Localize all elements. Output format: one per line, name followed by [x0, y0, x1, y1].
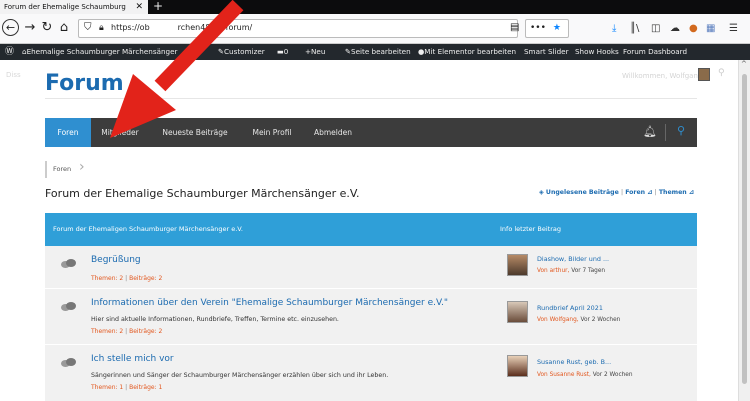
- library-icon[interactable]: ║\: [630, 23, 639, 34]
- divider: [665, 124, 666, 141]
- forum-title-link[interactable]: Ich stelle mich vor: [91, 354, 174, 364]
- last-post-meta: Von Wolfgang, Vor 2 Wochen: [537, 317, 621, 323]
- browser-tab-strip: Forum der Ehemalige Schaumburg ✕ +: [0, 0, 750, 14]
- forum-stats: Themen: 2 | Beiträge: 2: [91, 328, 163, 335]
- browser-toolbar: ← → ↻ ⌂ ⛉ 🔒︎ https://ob rchen48.de/forum/…: [0, 14, 750, 44]
- breadcrumb: Foren ›: [45, 159, 85, 178]
- forum-stats: Themen: 2 | Beiträge: 2: [91, 275, 163, 282]
- tab-close-icon[interactable]: ✕: [135, 0, 143, 14]
- page-content: Diss Willkommen, Wolfgang ⚲ Forum Foren …: [0, 60, 738, 401]
- shield-icon[interactable]: ⛉: [84, 22, 92, 33]
- nav-abmelden[interactable]: Abmelden: [307, 118, 359, 147]
- tab-title: Forum der Ehemalige Schaumburg: [4, 3, 126, 11]
- reload-icon[interactable]: ↻: [39, 18, 55, 38]
- header-forum-name[interactable]: Forum der Ehemaligen Schaumburger Märche…: [53, 225, 243, 233]
- admin-show-hooks[interactable]: Show Hooks: [575, 44, 619, 60]
- admin-edit-page[interactable]: ✎ Seite bearbeiten: [345, 44, 411, 60]
- nav-mitglieder[interactable]: Mitglieder: [91, 118, 149, 147]
- forum-row: Ich stelle mich vor Sängerinnen und Säng…: [45, 345, 697, 401]
- forum-title-link[interactable]: Informationen über den Verein "Ehemalige…: [91, 298, 448, 308]
- extension-icon[interactable]: ●: [689, 23, 698, 34]
- forum-stats: Themen: 1 | Beiträge: 1: [91, 384, 163, 391]
- breadcrumb-foren[interactable]: Foren: [53, 165, 71, 173]
- chat-bubbles-icon: [61, 358, 76, 369]
- ghost-text: Diss: [6, 71, 21, 79]
- page-scrollbar[interactable]: ^: [738, 60, 750, 401]
- admin-site-name[interactable]: ⌂ Ehemalige Schaumburger Märchensänger: [22, 44, 177, 60]
- reader-icon[interactable]: ▤: [510, 22, 519, 33]
- chat-bubbles-icon: [61, 302, 76, 313]
- forum-table-header: Forum der Ehemaligen Schaumburger Märche…: [45, 213, 697, 246]
- wp-admin-bar: Ⓦ ⌂ Ehemalige Schaumburger Märchensänger…: [0, 44, 750, 60]
- search-icon[interactable]: ⚲: [677, 124, 685, 137]
- avatar[interactable]: [507, 301, 528, 323]
- new-tab-button[interactable]: +: [153, 0, 163, 13]
- admin-elementor[interactable]: ● Mit Elementor bearbeiten: [418, 44, 516, 60]
- forum-nav: Foren Mitglieder Neueste Beiträge Mein P…: [45, 118, 697, 147]
- admin-comments[interactable]: ▬ 0: [277, 44, 288, 60]
- forum-title-link[interactable]: Begrüßung: [91, 255, 141, 265]
- sidebar-icon[interactable]: ◫: [651, 23, 660, 34]
- nav-mein-profil[interactable]: Mein Profil: [244, 118, 300, 147]
- topics-rss-link[interactable]: Themen ⊿: [659, 189, 694, 196]
- admin-forum-dashboard[interactable]: Forum Dashboard: [623, 44, 687, 60]
- download-icon[interactable]: ⤓: [612, 23, 616, 34]
- admin-customizer[interactable]: ✎ Customizer: [218, 44, 265, 60]
- browser-tab[interactable]: Forum der Ehemalige Schaumburg ✕: [0, 0, 148, 14]
- forum-description: Sängerinnen und Sänger der Schaumburger …: [91, 372, 389, 379]
- search-icon[interactable]: ⚲: [718, 68, 725, 78]
- extension-icon[interactable]: ☁: [670, 23, 680, 34]
- rss-icon: ⊿: [688, 189, 695, 196]
- star-icon[interactable]: ★: [553, 23, 561, 33]
- chevron-right-icon: ›: [79, 159, 85, 175]
- link-separator: |: [654, 189, 657, 196]
- chat-bubbles-icon: [61, 259, 76, 270]
- welcome-text[interactable]: Willkommen, Wolfgang: [622, 72, 702, 80]
- nav-foren[interactable]: Foren: [45, 118, 91, 147]
- forward-icon[interactable]: →: [22, 18, 38, 38]
- admin-new[interactable]: + Neu: [305, 44, 325, 60]
- forum-row: Begrüßung Themen: 2 | Beiträge: 2 Diasho…: [45, 246, 697, 289]
- nav-neueste-beitraege[interactable]: Neueste Beiträge: [157, 118, 233, 147]
- back-icon[interactable]: ←: [2, 19, 19, 36]
- home-icon[interactable]: ⌂: [56, 18, 72, 38]
- forums-rss-link[interactable]: Foren ⊿: [625, 189, 652, 196]
- menu-dots[interactable]: •••: [530, 23, 546, 33]
- forum-row: Informationen über den Verein "Ehemalige…: [45, 289, 697, 345]
- last-post-title[interactable]: Susanne Rust, geb. B...: [537, 358, 611, 366]
- link-separator: |: [620, 189, 624, 196]
- last-post-title[interactable]: Diashow, Bilder und ...: [537, 255, 609, 263]
- avatar[interactable]: [507, 355, 528, 377]
- last-post-meta: Von arthur, Vor 7 Tagen: [537, 268, 606, 274]
- scrollbar-thumb[interactable]: [742, 74, 747, 384]
- avatar[interactable]: [507, 254, 528, 276]
- page-title: Forum: [45, 71, 124, 96]
- bell-icon[interactable]: 🔔︎: [643, 125, 657, 138]
- last-post-title[interactable]: Rundbrief April 2021: [537, 304, 603, 312]
- forum-description: Hier sind aktuelle Informationen, Rundbr…: [91, 316, 339, 323]
- address-bar[interactable]: ⛉ 🔒︎ https://ob rchen48.de/forum/ ▤: [78, 19, 519, 38]
- divider: [45, 98, 697, 99]
- extension-icon[interactable]: ▦: [706, 23, 715, 34]
- last-post-meta: Von Susanne Rust, Vor 2 Wochen: [537, 372, 633, 378]
- avatar[interactable]: [698, 68, 710, 81]
- admin-smart-slider[interactable]: Smart Slider: [524, 44, 569, 60]
- chevron-up-icon[interactable]: ^: [741, 60, 747, 68]
- wordpress-icon[interactable]: Ⓦ: [5, 44, 14, 60]
- unread-link[interactable]: ◈ Ungelesene Beiträge: [539, 189, 619, 196]
- menu-icon[interactable]: ☰: [729, 23, 738, 34]
- forum-top-links: ◈ Ungelesene Beiträge | Foren ⊿ | Themen…: [539, 189, 694, 196]
- header-last-post: Info letzter Beitrag: [500, 225, 562, 233]
- section-title: Forum der Ehemalige Schaumburger Märchen…: [45, 187, 360, 200]
- page-actions[interactable]: ••• ★: [525, 19, 569, 38]
- lock-icon[interactable]: 🔒︎: [99, 23, 104, 33]
- rss-icon: ⊿: [647, 189, 653, 196]
- url-text[interactable]: https://ob rchen48.de/forum/: [111, 23, 252, 32]
